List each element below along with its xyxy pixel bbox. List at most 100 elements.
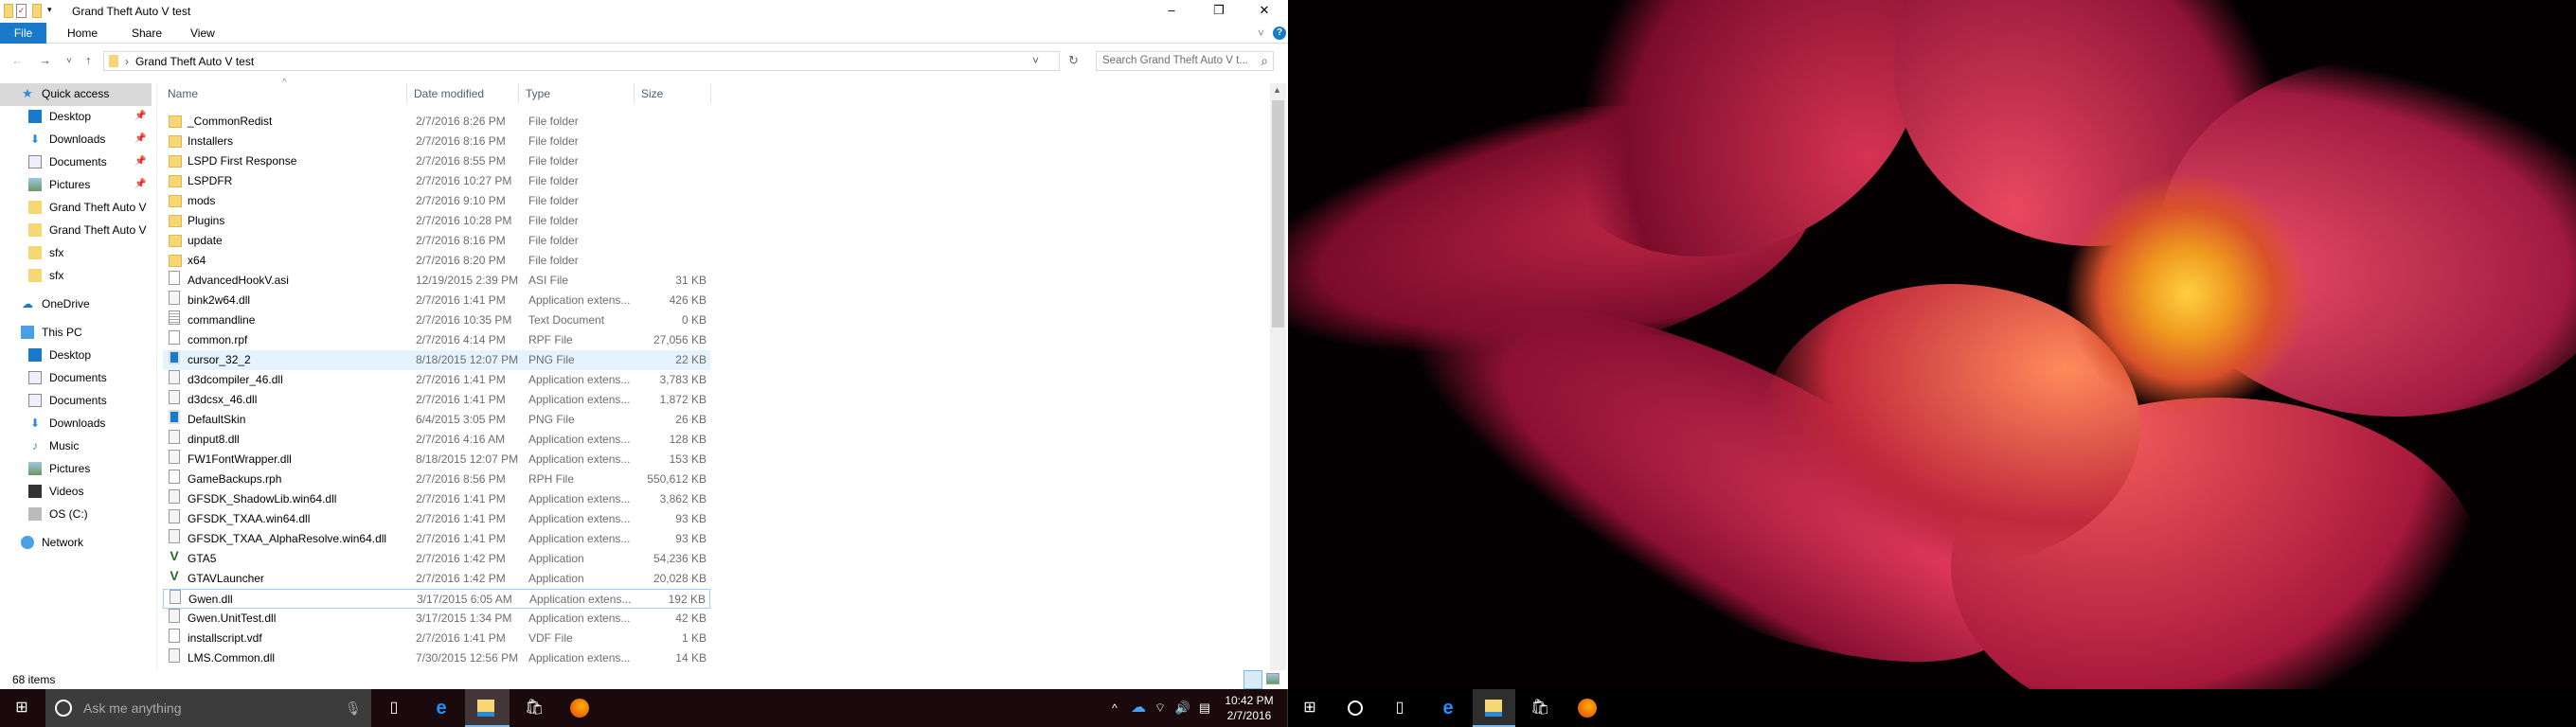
wifi-icon[interactable]: ⌔ [1151, 699, 1170, 718]
expand-ribbon-icon[interactable]: ˅ [1258, 23, 1264, 44]
file-row[interactable]: Installers 2/7/2016 8:16 PM File folder [163, 132, 710, 151]
store-icon[interactable]: 🛍 [525, 699, 544, 718]
file-row[interactable]: mods 2/7/2016 9:10 PM File folder [163, 191, 710, 211]
start-icon[interactable]: ⊞ [1300, 699, 1319, 718]
file-row[interactable]: DefaultSkin 6/4/2015 3:05 PM PNG File 26 KB [163, 410, 710, 430]
sidebar-item[interactable]: Grand Theft Auto V [0, 197, 152, 218]
tab-home[interactable]: Home [67, 23, 98, 44]
sidebar-item[interactable]: Documents [0, 367, 152, 388]
sidebar-item[interactable]: Grand Theft Auto V [0, 220, 152, 240]
sidebar-item[interactable]: Videos [0, 481, 152, 502]
address-dropdown-icon[interactable]: ˅ [1032, 54, 1039, 67]
pin-icon[interactable]: 📌 [134, 106, 146, 127]
details-view-button[interactable] [1243, 670, 1262, 689]
file-row[interactable]: LSPD First Response 2/7/2016 8:55 PM File … [163, 151, 710, 171]
file-row[interactable]: bink2w64.dll 2/7/2016 1:41 PM Application … [163, 291, 710, 310]
store-icon[interactable]: 🛍 [1530, 699, 1549, 718]
search-input[interactable]: Search Grand Theft Auto V t... ⌕ [1096, 51, 1274, 71]
firefox-icon[interactable] [570, 699, 589, 718]
sidebar-item[interactable]: Pictures 📌 [0, 174, 152, 195]
file-row[interactable]: Gwen.dll 3/17/2015 6:05 AM Application ext… [163, 589, 710, 609]
sidebar-item[interactable]: ⬇ Downloads [0, 413, 152, 434]
tab-share[interactable]: Share [132, 23, 162, 44]
column-size[interactable]: Size [635, 83, 711, 104]
pin-icon[interactable]: 📌 [134, 174, 146, 195]
new-folder-icon[interactable] [32, 4, 42, 18]
recent-locations-button[interactable]: ˅ [66, 56, 72, 66]
scroll-up-icon[interactable]: ▲ [1273, 85, 1281, 95]
column-date-modified[interactable]: Date modified [407, 83, 519, 104]
edge-icon[interactable]: e [1439, 699, 1458, 718]
file-row[interactable]: common.rpf 2/7/2016 4:14 PM RPF File 27,056… [163, 330, 710, 350]
sidebar-item[interactable]: Documents 📌 [0, 151, 152, 172]
file-row[interactable]: dinput8.dll 2/7/2016 4:16 AM Application e… [163, 430, 710, 450]
task-view-icon[interactable]: ▯ [1390, 699, 1409, 718]
sidebar-item[interactable]: ⬇ Downloads 📌 [0, 129, 152, 150]
file-row[interactable]: LSPDFR 2/7/2016 10:27 PM File folder [163, 171, 710, 191]
microphone-icon[interactable]: 🎙 [345, 689, 362, 727]
file-row[interactable]: installscript.vdf 2/7/2016 1:41 PM VDF Fil… [163, 629, 710, 648]
sidebar-item[interactable]: ☁ OneDrive [0, 293, 152, 314]
scrollbar-thumb[interactable] [1272, 100, 1284, 328]
show-hidden-icons[interactable]: ^ [1105, 699, 1124, 718]
file-row[interactable]: d3dcsx_46.dll 2/7/2016 1:41 PM Application… [163, 390, 710, 410]
volume-icon[interactable]: 🔊 [1173, 699, 1192, 718]
file-row[interactable]: update 2/7/2016 8:16 PM File folder [163, 231, 710, 251]
sidebar-item[interactable]: sfx [0, 265, 152, 286]
sidebar-item[interactable]: Pictures [0, 458, 152, 479]
file-row[interactable]: x64 2/7/2016 8:20 PM File folder [163, 251, 710, 271]
refresh-button[interactable]: ↻ [1068, 53, 1079, 68]
tab-file[interactable]: File [0, 23, 46, 44]
file-row[interactable]: V GTA5 2/7/2016 1:42 PM Application 54,236 K… [163, 549, 710, 569]
sidebar-item[interactable]: ★ Quick access [0, 83, 152, 106]
action-center-icon[interactable]: ▤ [1195, 699, 1214, 718]
pin-icon[interactable]: 📌 [134, 129, 146, 150]
file-row[interactable]: d3dcompiler_46.dll 2/7/2016 1:41 PM Applic… [163, 370, 710, 390]
file-row[interactable]: cursor_32_2 8/18/2015 12:07 PM PNG File 22 … [163, 350, 710, 370]
properties-icon[interactable]: ✓ [16, 4, 27, 18]
sidebar-item[interactable]: Desktop [0, 345, 152, 365]
file-row[interactable]: V GTAVLauncher 2/7/2016 1:42 PM Application… [163, 569, 710, 589]
help-icon[interactable]: ? [1273, 27, 1286, 40]
file-row[interactable]: GFSDK_ShadowLib.win64.dll 2/7/2016 1:41 P… [163, 489, 710, 509]
sidebar-item[interactable]: Desktop 📌 [0, 106, 152, 127]
edge-icon[interactable]: e [432, 699, 451, 718]
column-name[interactable]: Name [161, 83, 407, 104]
file-row[interactable]: AdvancedHookV.asi 12/19/2015 2:39 PM ASI F… [163, 271, 710, 291]
cortana-icon[interactable] [1348, 700, 1363, 716]
file-row[interactable]: commandline 2/7/2016 10:35 PM Text Documen… [163, 310, 710, 330]
large-icons-view-button[interactable] [1266, 673, 1279, 684]
maximize-button[interactable]: ❐ [1197, 0, 1241, 23]
breadcrumb-current[interactable]: Grand Theft Auto V test [135, 55, 254, 68]
sidebar-item[interactable]: Documents [0, 390, 152, 411]
sidebar-item[interactable]: sfx [0, 242, 152, 263]
address-bar[interactable]: › Grand Theft Auto V test ˅ [103, 51, 1060, 71]
sidebar-item[interactable]: This PC [0, 322, 152, 343]
onedrive-sync-icon[interactable]: ☁ [1129, 699, 1148, 718]
clock[interactable]: 10:42 PM 2/7/2016 [1222, 693, 1277, 723]
close-button[interactable]: ✕ [1243, 0, 1286, 23]
file-row[interactable]: LMS.Common.dll 7/30/2015 12:56 PM Applicat… [163, 648, 710, 668]
forward-button[interactable]: → [39, 53, 51, 67]
start-icon[interactable]: ⊞ [12, 699, 31, 718]
column-type[interactable]: Type [519, 83, 635, 104]
up-button[interactable]: ↑ [85, 53, 92, 67]
minimize-button[interactable]: – [1150, 0, 1193, 23]
pin-icon[interactable]: 📌 [134, 151, 146, 172]
task-view-icon[interactable]: ▯ [385, 699, 403, 718]
back-button[interactable]: ← [11, 53, 24, 67]
file-row[interactable]: FW1FontWrapper.dll 8/18/2015 12:07 PM Appl… [163, 450, 710, 470]
firefox-icon[interactable] [1578, 699, 1597, 718]
cortana-search-box[interactable]: Ask me anything 🎙 [45, 689, 371, 727]
file-row[interactable]: GFSDK_TXAA.win64.dll 2/7/2016 1:41 PM Appl… [163, 509, 710, 529]
sidebar-item[interactable]: Network [0, 532, 152, 553]
sidebar-item[interactable]: OS (C:) [0, 504, 152, 524]
file-row[interactable]: GameBackups.rph 2/7/2016 8:56 PM RPH File 5… [163, 470, 710, 489]
file-row[interactable]: _CommonRedist 2/7/2016 8:26 PM File folder [163, 112, 710, 132]
file-row[interactable]: Gwen.UnitTest.dll 3/17/2015 1:34 PM Applic… [163, 609, 710, 629]
file-row[interactable]: GFSDK_TXAA_AlphaResolve.win64.dll 2/7/201… [163, 529, 710, 549]
customize-qat-icon[interactable]: ▾ [47, 5, 52, 15]
tab-view[interactable]: View [190, 23, 215, 44]
sidebar-item[interactable]: ♪ Music [0, 435, 152, 456]
file-row[interactable]: Plugins 2/7/2016 10:28 PM File folder [163, 211, 710, 231]
